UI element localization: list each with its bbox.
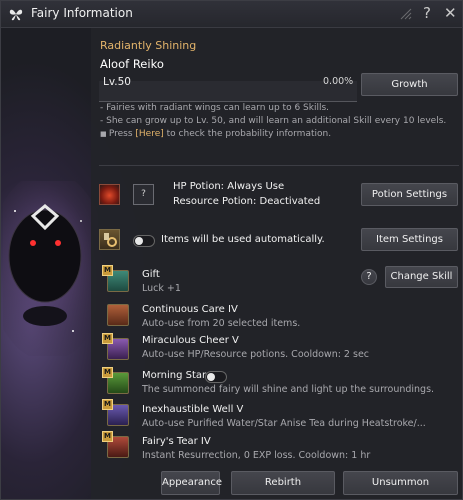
resource-potion-slot[interactable]: ? — [133, 184, 154, 205]
skill-desc: The summoned fairy will shine and light … — [142, 384, 435, 395]
skill-name: Inexhaustible Well V — [142, 404, 244, 415]
hp-potion-slot[interactable] — [99, 184, 120, 205]
change-skill-button[interactable]: Change Skill — [385, 266, 458, 288]
probability-link[interactable]: [Here] — [135, 129, 163, 139]
info-panel: Radiantly Shining Aloof Reiko Lv.50 0.00… — [91, 28, 462, 499]
bullet-icon: ■ — [100, 130, 109, 138]
fairy-information-window: Fairy Information ? ✕ Radiantly Shining … — [0, 0, 463, 500]
growth-button[interactable]: Growth — [361, 73, 458, 96]
growth-progress-bar — [99, 81, 357, 102]
skill-icon-continuous-care[interactable] — [107, 304, 129, 326]
skill-desc: Auto-use HP/Resource potions. Cooldown: … — [142, 349, 370, 360]
gear-icon — [104, 233, 117, 247]
close-button[interactable]: ✕ — [444, 4, 457, 22]
growth-percent: 0.00% — [323, 76, 354, 87]
appearance-button[interactable]: Appearance — [161, 471, 222, 495]
mastery-badge: M — [102, 333, 113, 344]
divider — [99, 165, 459, 166]
probability-line: ■ Press [Here] to check the probability … — [100, 129, 331, 139]
skill-name: Gift — [142, 269, 160, 280]
mastery-badge: M — [102, 265, 113, 276]
probability-suffix: to check the probability information. — [163, 129, 332, 139]
skill-name: Morning Star — [142, 370, 207, 381]
fairy-name: Aloof Reiko — [100, 57, 164, 71]
morning-star-toggle[interactable] — [205, 371, 227, 383]
skill-name: Miraculous Cheer V — [142, 335, 239, 346]
skill-desc: Auto-use from 20 selected items. — [142, 318, 301, 329]
auto-use-toggle[interactable] — [133, 235, 155, 247]
resource-potion-setting: Resource Potion: Deactivated — [173, 196, 321, 207]
hp-potion-setting: HP Potion: Always Use — [173, 181, 285, 192]
mastery-badge: M — [102, 399, 113, 410]
skill-help-button[interactable]: ? — [361, 269, 377, 285]
rebirth-button[interactable]: Rebirth — [231, 471, 335, 495]
window-title: Fairy Information — [31, 6, 133, 20]
help-button[interactable]: ? — [423, 4, 431, 22]
auto-use-label: Items will be used automatically. — [161, 234, 325, 245]
title-bar[interactable]: Fairy Information ? ✕ — [1, 1, 462, 28]
mastery-badge: M — [102, 367, 113, 378]
skill-desc: Instant Resurrection, 0 EXP loss. Cooldo… — [142, 450, 371, 461]
skill-name: Continuous Care IV — [142, 304, 238, 315]
note-growth: - She can grow up to Lv. 50, and will le… — [100, 116, 447, 126]
butterfly-icon — [9, 9, 23, 21]
resize-grip-icon — [400, 8, 412, 20]
item-settings-button[interactable]: Item Settings — [361, 228, 458, 251]
note-skills: - Fairies with radiant wings can learn u… — [100, 103, 330, 113]
fairy-tier: Radiantly Shining — [100, 39, 197, 52]
fairy-level: Lv.50 — [103, 76, 131, 88]
mastery-badge: M — [102, 431, 113, 442]
skill-name: Fairy's Tear IV — [142, 436, 211, 447]
item-slot[interactable] — [99, 229, 120, 250]
skill-desc: Auto-use Purified Water/Star Anise Tea d… — [142, 418, 426, 429]
potion-settings-button[interactable]: Potion Settings — [361, 183, 458, 206]
skill-desc: Luck +1 — [142, 283, 181, 294]
fairy-portrait — [3, 181, 98, 356]
unsummon-button[interactable]: Unsummon — [343, 471, 458, 495]
probability-prefix: Press — [108, 129, 136, 139]
